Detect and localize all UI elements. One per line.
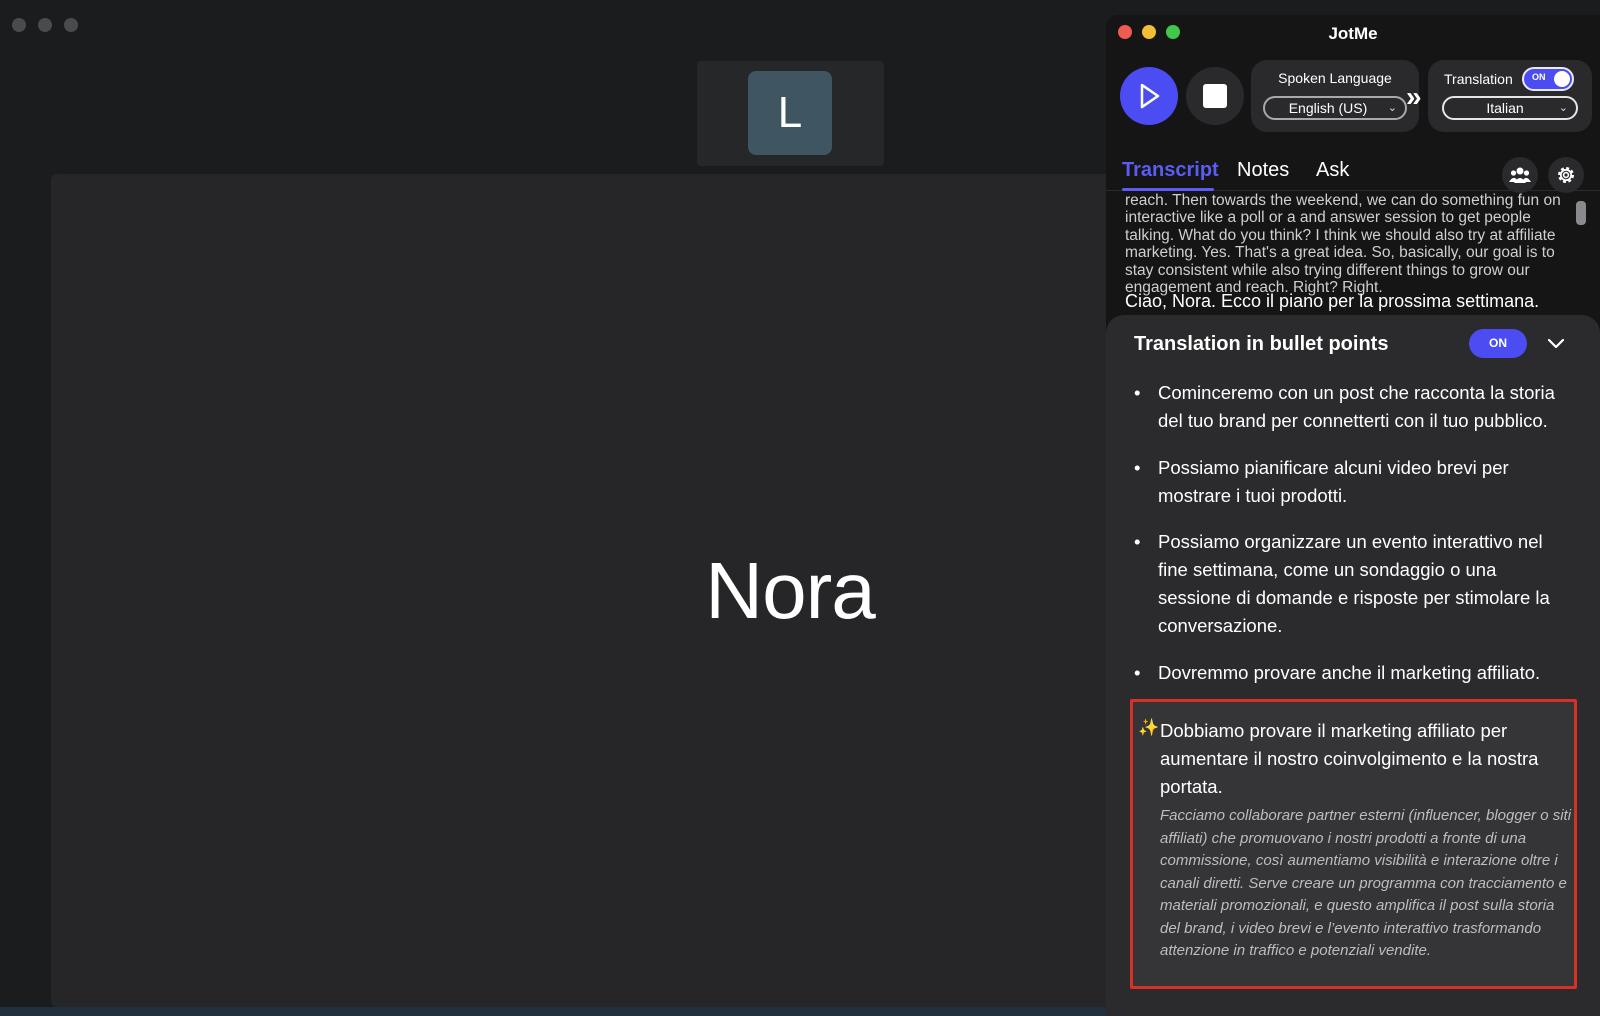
speaker-name: Nora — [705, 546, 875, 635]
sparkles-icon: ✨ — [1138, 718, 1160, 737]
highlighted-bullet-detail: Facciamo collaborare partner esterni (in… — [1160, 807, 1572, 959]
tab-ask[interactable]: Ask — [1316, 159, 1349, 182]
translated-line: Ciao, Nora. Ecco il piano per la prossim… — [1125, 291, 1540, 311]
toggle-state: ON — [1532, 72, 1546, 82]
minimize-dot[interactable] — [38, 18, 52, 32]
spoken-language-group: Spoken Language English (US) ⌄ — [1251, 60, 1419, 132]
highlighted-bullet-text: Dobbiamo provare il marketing affiliato … — [1160, 720, 1539, 797]
translation-label: Translation — [1444, 71, 1513, 87]
people-icon — [1509, 167, 1531, 183]
close-dot[interactable] — [12, 18, 26, 32]
tab-notes[interactable]: Notes — [1237, 159, 1289, 182]
transcript-text: reach. Then towards the weekend, we can … — [1125, 192, 1561, 297]
gear-icon — [1558, 167, 1574, 183]
transcript-scrollbar[interactable] — [1576, 201, 1586, 225]
bullet-item: Dovremmo provare anche il marketing affi… — [1134, 659, 1574, 687]
zoom-dot[interactable] — [64, 18, 78, 32]
stop-button[interactable] — [1186, 67, 1244, 125]
spoken-language-value: English (US) — [1288, 100, 1368, 116]
settings-button[interactable] — [1548, 157, 1584, 193]
jotme-window: JotMe Spoken Language English (US) ⌄ » T… — [1106, 15, 1600, 1016]
avatar: L — [748, 71, 832, 155]
controls-bar: Spoken Language English (US) ⌄ » Transla… — [1106, 60, 1600, 150]
dock-strip — [0, 1007, 1110, 1016]
play-icon — [1140, 83, 1160, 109]
bullet-points-toggle[interactable]: ON — [1469, 329, 1527, 358]
chevron-down-icon: ⌄ — [1387, 102, 1397, 114]
active-tab-indicator — [1122, 188, 1214, 191]
chevron-down-icon: ⌄ — [1558, 102, 1568, 114]
toggle-knob — [1554, 71, 1570, 87]
bullet-item: Possiamo pianificare alcuni video brevi … — [1134, 454, 1574, 510]
spoken-language-select[interactable]: English (US) ⌄ — [1263, 96, 1407, 120]
participants-button[interactable] — [1502, 157, 1538, 193]
app-title: JotMe — [1328, 24, 1378, 43]
highlighted-bullet: ✨ Dobbiamo provare il marketing affiliat… — [1130, 699, 1577, 989]
chevron-down-icon[interactable] — [1546, 333, 1566, 353]
target-language-select[interactable]: Italian ⌄ — [1442, 96, 1578, 120]
tab-bar: Transcript Notes Ask — [1106, 157, 1600, 193]
participant-thumbnail[interactable]: L — [697, 61, 884, 166]
tab-transcript[interactable]: Transcript — [1122, 159, 1219, 182]
stop-icon — [1203, 84, 1227, 108]
bullet-item: Possiamo organizzare un evento interatti… — [1134, 528, 1574, 640]
screen: L Nora JotMe Spoken Language English (US… — [0, 0, 1600, 1016]
bullet-points-title: Translation in bullet points — [1134, 333, 1389, 355]
bullet-item: Cominceremo con un post che racconta la … — [1134, 379, 1574, 435]
translation-toggle[interactable]: ON — [1522, 67, 1574, 91]
title-bar: JotMe — [1106, 15, 1600, 51]
play-button[interactable] — [1120, 67, 1178, 125]
meeting-window-controls — [12, 18, 78, 32]
target-language-value: Italian — [1486, 100, 1524, 116]
active-speaker-tile — [51, 174, 1111, 1007]
translation-group: Translation ON Italian ⌄ — [1428, 60, 1592, 132]
spoken-language-label: Spoken Language — [1278, 70, 1392, 86]
